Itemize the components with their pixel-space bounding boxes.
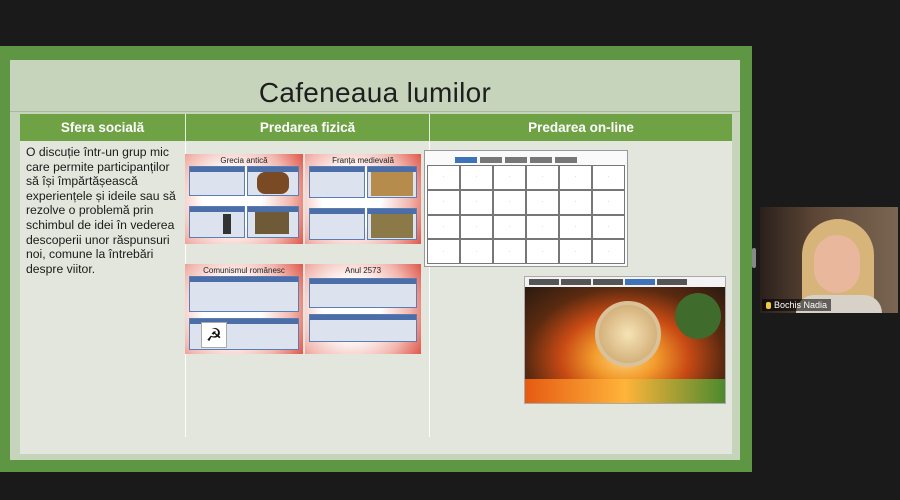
video-stage: Cafeneaua lumilor Sfera socială Predarea…	[0, 0, 900, 500]
face	[814, 235, 860, 293]
slide-title-band: Cafeneaua lumilor	[10, 60, 740, 112]
thumbnail-title: Comunismul românesc	[203, 266, 285, 275]
thumbnail-communism: Comunismul românesc ☭	[185, 264, 303, 354]
participant-video[interactable]: Bochis Nadia	[760, 207, 898, 313]
medieval-image	[371, 172, 413, 196]
microphone-icon	[766, 301, 771, 309]
video-panel-splitter[interactable]	[752, 248, 756, 268]
online-clock-screenshot	[524, 276, 726, 404]
header-physical-teaching: Predarea fizică	[186, 114, 430, 141]
description-cell: O discuție într-un grup mic care permite…	[20, 141, 186, 437]
shared-screen: Cafeneaua lumilor Sfera socială Predarea…	[0, 46, 752, 472]
thumbnail-title: Grecia antică	[220, 156, 268, 165]
participant-name-bar: Bochis Nadia	[762, 299, 832, 311]
puzzle-grid: · · · · · · · · · · · · · · · · · · · · · · · ·	[427, 165, 625, 264]
web-nav	[525, 277, 725, 287]
description-text: O discuție într-un grup mic care permite…	[26, 145, 176, 276]
burning-clock-image	[525, 287, 725, 403]
hammer-sickle-icon: ☭	[201, 322, 227, 348]
tapestry-image	[371, 214, 413, 238]
thumbnail-2573: Anul 2573	[305, 264, 421, 354]
caduceus-icon	[223, 214, 231, 234]
tree-image	[675, 293, 721, 339]
clock-icon	[595, 301, 661, 367]
thumbnail-greece: Grecia antică	[185, 154, 303, 244]
header-online-teaching: Predarea on-line	[430, 114, 732, 141]
fresco-image	[255, 212, 289, 234]
vase-image	[257, 172, 289, 194]
header-social-sphere: Sfera socială	[20, 114, 186, 141]
slide-title: Cafeneaua lumilor	[258, 77, 492, 108]
web-tabs	[455, 157, 577, 163]
online-puzzle-screenshot: · · · · · · · · · · · · · · · · · · · · · · · ·	[424, 150, 628, 267]
thumbnail-france: Franța medievală	[305, 154, 421, 244]
ground-image	[525, 379, 725, 403]
participant-name: Bochis Nadia	[774, 300, 828, 310]
table-header: Sfera socială Predarea fizică Predarea o…	[20, 114, 732, 141]
thumbnail-title: Anul 2573	[344, 266, 382, 275]
thumbnail-title: Franța medievală	[332, 156, 394, 165]
